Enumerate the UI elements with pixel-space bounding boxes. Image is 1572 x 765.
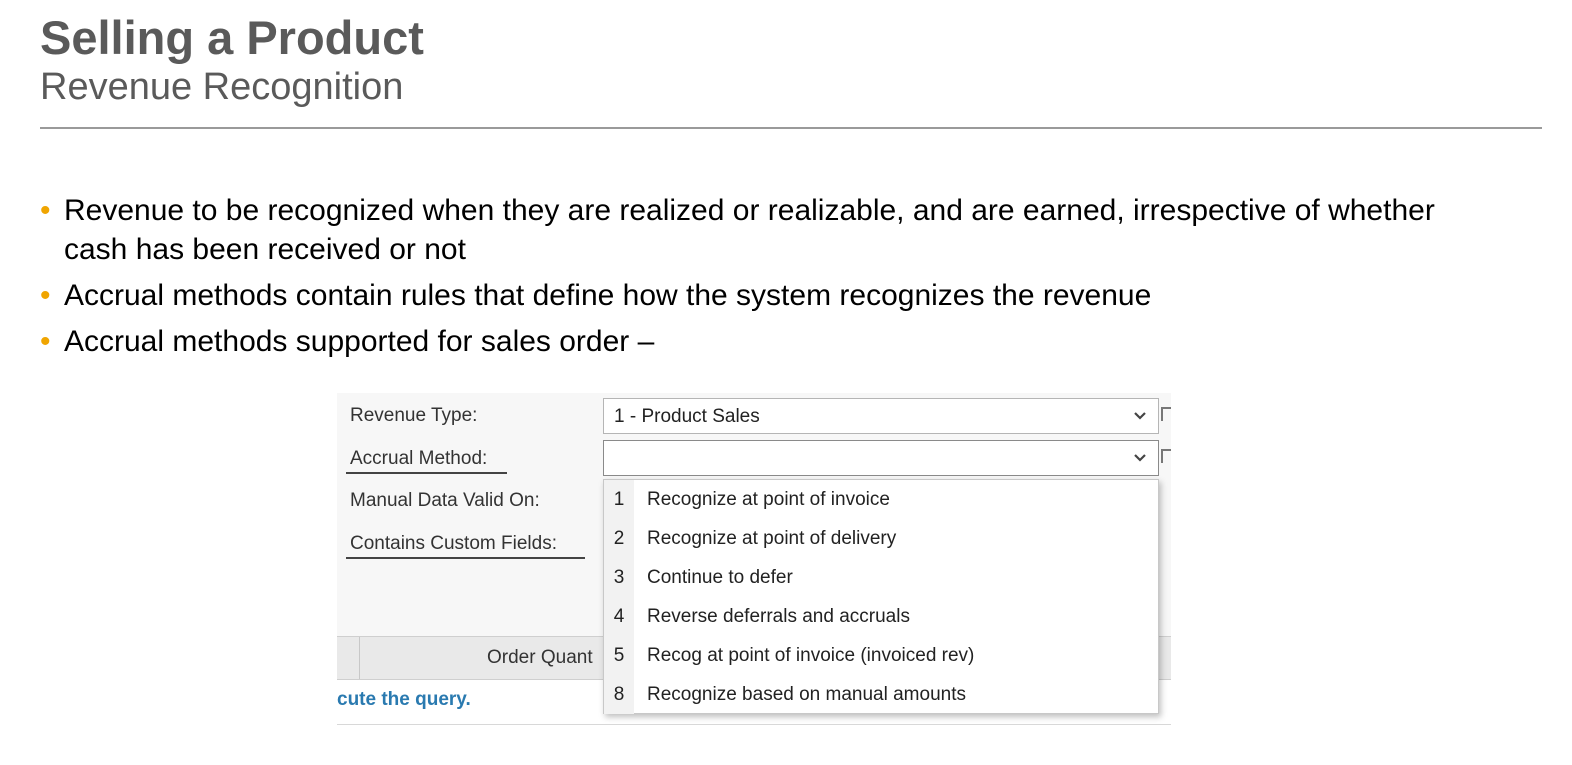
title-divider xyxy=(40,127,1542,129)
option-code: 2 xyxy=(604,519,634,558)
bullet-list: • Revenue to be recognized when they are… xyxy=(40,191,1440,368)
option-label: Recognize based on manual amounts xyxy=(647,684,966,705)
revenue-type-select[interactable]: 1 - Product Sales xyxy=(603,398,1159,434)
manual-data-valid-on-label: Manual Data Valid On: xyxy=(350,490,540,511)
dropdown-option[interactable]: 2 Recognize at point of delivery xyxy=(604,519,1158,558)
option-code: 3 xyxy=(604,558,634,597)
bullet-item: • Accrual methods contain rules that def… xyxy=(40,276,1440,315)
bullet-icon: • xyxy=(40,325,51,358)
query-hint: cute the query. xyxy=(337,689,471,710)
sales-order-form-screenshot: Revenue Type: 1 - Product Sales Accrual … xyxy=(337,393,1171,726)
dropdown-option[interactable]: 3 Continue to defer xyxy=(604,558,1158,597)
option-label: Recog at point of invoice (invoiced rev) xyxy=(647,645,975,666)
bullet-icon: • xyxy=(40,279,51,312)
dropdown-option[interactable]: 4 Reverse deferrals and accruals xyxy=(604,597,1158,636)
slide-subtitle: Revenue Recognition xyxy=(40,66,404,108)
accrual-method-select[interactable] xyxy=(603,440,1159,476)
revenue-type-label: Revenue Type: xyxy=(350,405,478,426)
slide-title: Selling a Product xyxy=(40,11,424,64)
option-code: 1 xyxy=(604,480,634,519)
option-label: Recognize at point of invoice xyxy=(647,489,890,510)
contains-custom-fields-label: Contains Custom Fields: xyxy=(350,533,557,554)
field-edge-icon xyxy=(1161,407,1171,421)
dropdown-option[interactable]: 8 Recognize based on manual amounts xyxy=(604,675,1158,714)
dropdown-option[interactable]: 1 Recognize at point of invoice xyxy=(604,480,1158,519)
chevron-down-icon[interactable] xyxy=(1132,407,1148,423)
bullet-item: • Revenue to be recognized when they are… xyxy=(40,191,1440,269)
option-label: Reverse deferrals and accruals xyxy=(647,606,910,627)
label-underline xyxy=(346,557,585,559)
label-underline xyxy=(346,472,507,474)
bullet-text: Revenue to be recognized when they are r… xyxy=(64,194,1435,266)
grid-column-separator xyxy=(359,637,360,679)
bullet-text: Accrual methods contain rules that defin… xyxy=(64,279,1152,312)
bullet-icon: • xyxy=(40,194,51,227)
chevron-down-icon[interactable] xyxy=(1132,449,1148,465)
option-label: Recognize at point of delivery xyxy=(647,528,897,549)
option-code: 8 xyxy=(604,675,634,714)
grid-column-order-quantity[interactable]: Order Quant xyxy=(487,647,593,669)
option-code: 5 xyxy=(604,636,634,675)
option-code: 4 xyxy=(604,597,634,636)
dropdown-option[interactable]: 5 Recog at point of invoice (invoiced re… xyxy=(604,636,1158,675)
field-edge-icon xyxy=(1161,449,1171,463)
revenue-type-value: 1 - Product Sales xyxy=(614,406,760,427)
divider xyxy=(337,724,1171,725)
option-label: Continue to defer xyxy=(647,567,793,588)
accrual-method-dropdown: 1 Recognize at point of invoice 2 Recogn… xyxy=(603,479,1159,714)
bullet-item: • Accrual methods supported for sales or… xyxy=(40,322,1440,361)
bullet-text: Accrual methods supported for sales orde… xyxy=(64,325,655,358)
accrual-method-label: Accrual Method: xyxy=(350,448,488,469)
